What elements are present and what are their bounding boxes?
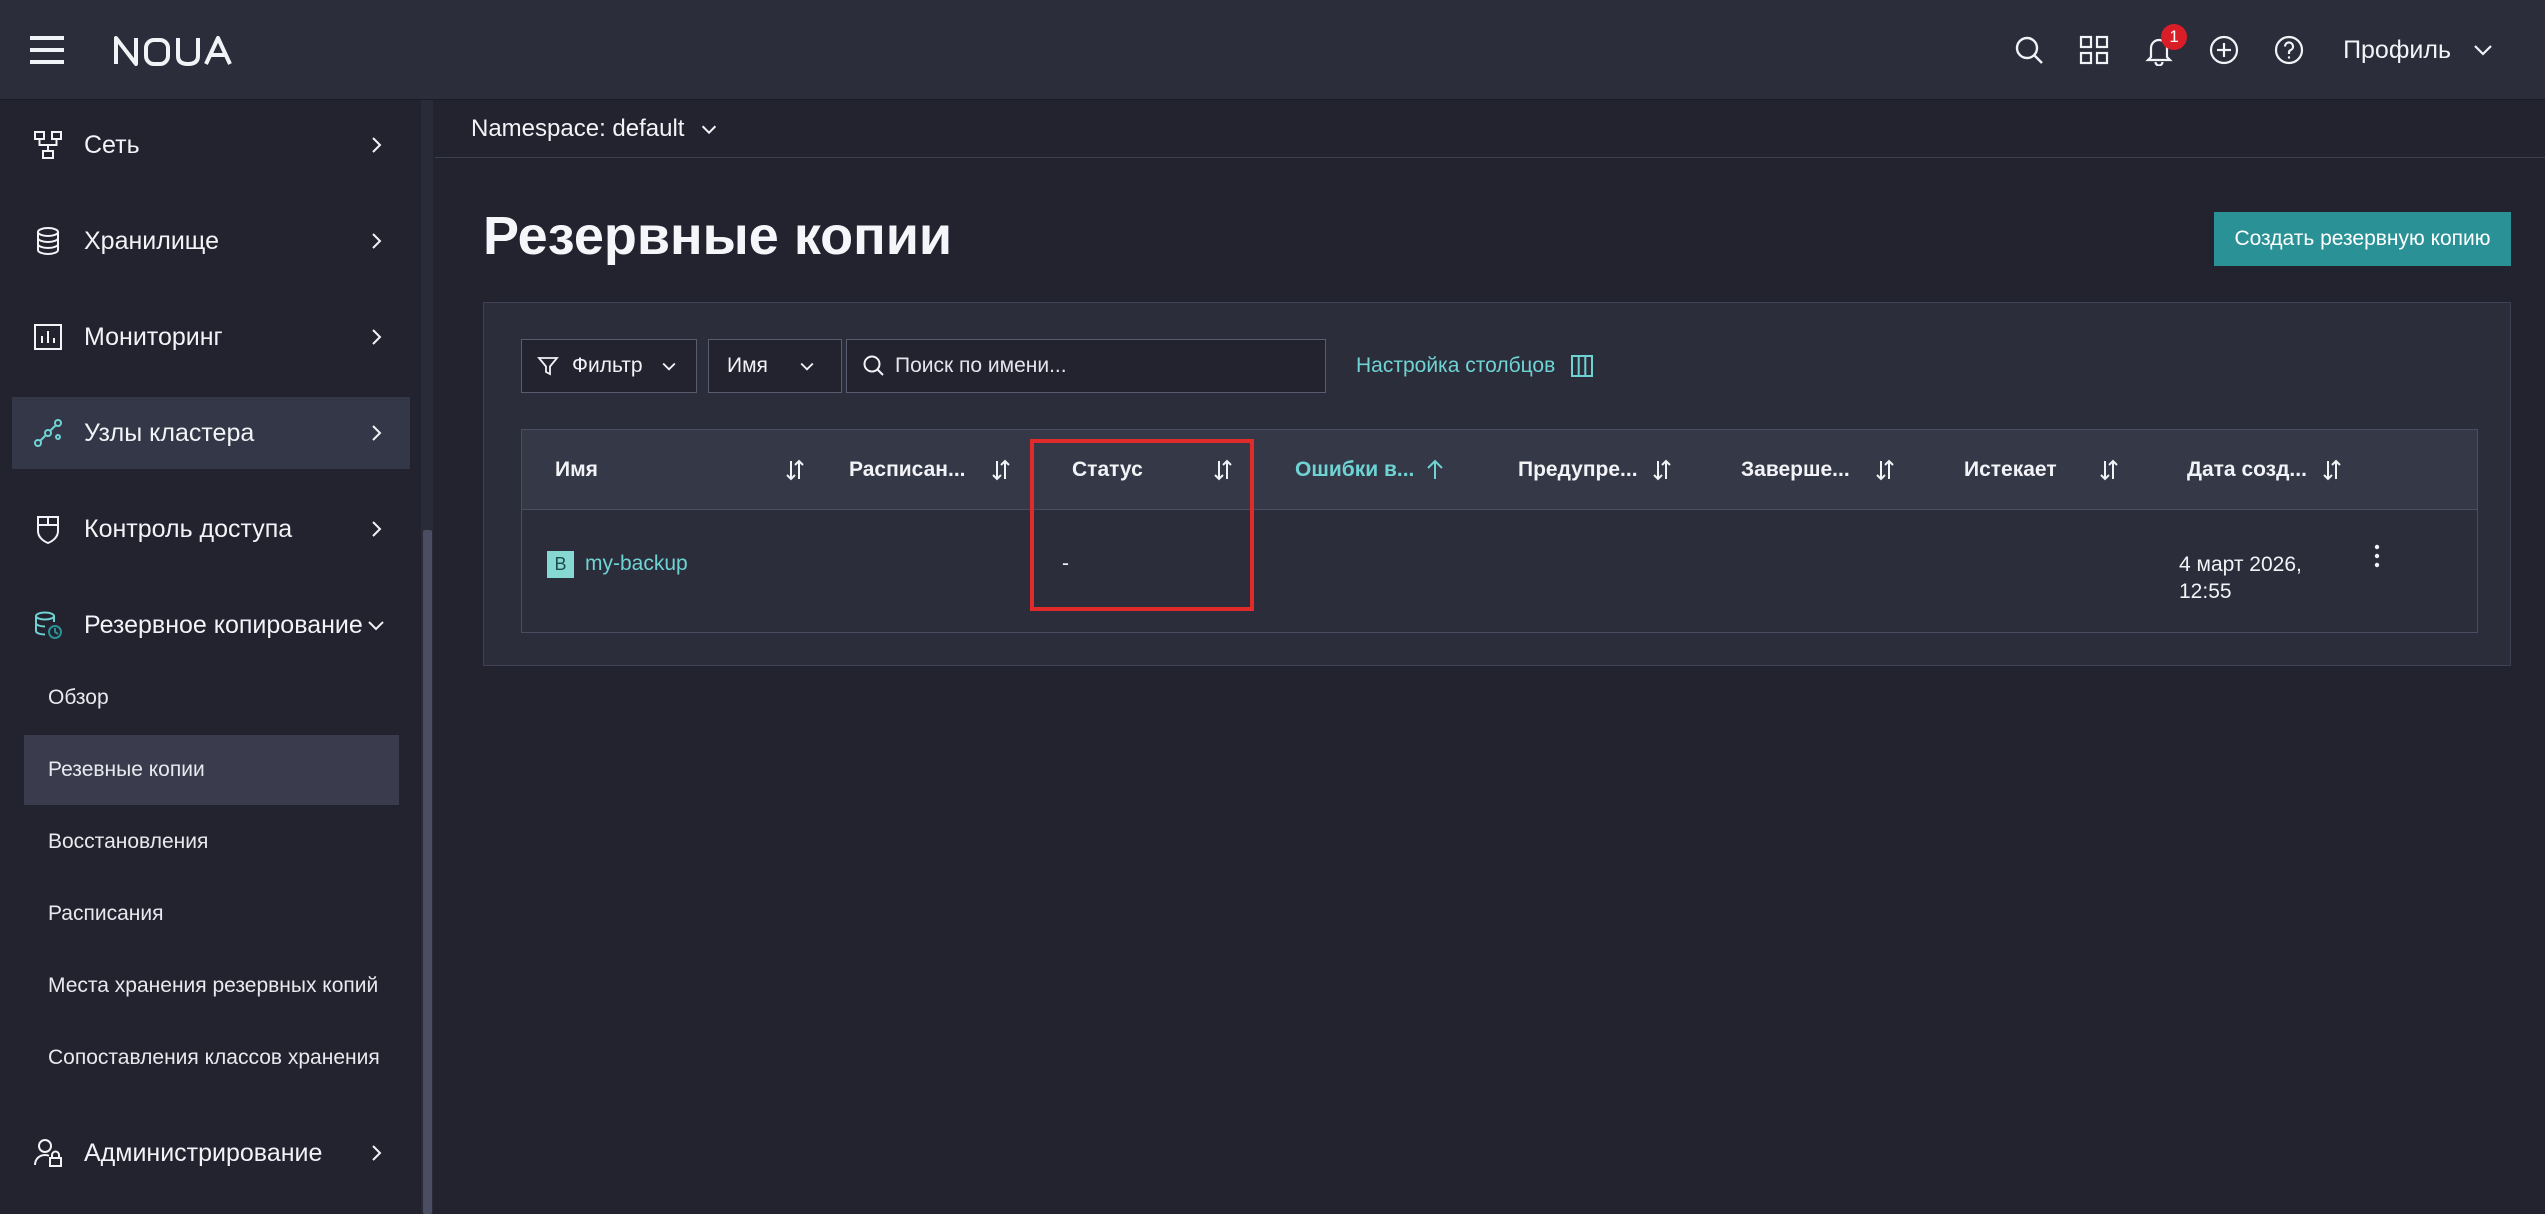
search-box (846, 339, 1326, 393)
sidebar-subitem-storage-class-mappings[interactable]: Сопоставления классов хранения (24, 1023, 399, 1093)
chevron-right-icon (372, 233, 382, 249)
sidebar-item-storage[interactable]: Хранилище (12, 205, 410, 277)
sidebar-item-label: Сеть (84, 130, 140, 159)
sort-icon (992, 459, 1010, 481)
chevron-right-icon (372, 1145, 382, 1161)
chevron-right-icon (372, 425, 382, 441)
chevron-right-icon (372, 329, 382, 345)
filter-icon (537, 357, 559, 376)
app-switcher-icon[interactable] (2061, 0, 2126, 100)
sidebar-item-label: Контроль доступа (84, 514, 293, 543)
search-field-select[interactable]: Имя (708, 339, 842, 393)
shield-icon (37, 516, 59, 545)
sort-icon (2100, 459, 2118, 481)
sidebar-item-monitoring[interactable]: Мониторинг (12, 301, 410, 373)
admin-icon (34, 1139, 62, 1167)
namespace-bar: Namespace: default (435, 100, 2545, 158)
cluster-nodes-icon (34, 419, 62, 447)
network-icon (34, 131, 62, 159)
column-header-schedule[interactable]: Расписан... (849, 430, 1049, 510)
chevron-right-icon (372, 137, 382, 153)
resource-type-badge: B (547, 551, 574, 578)
add-icon[interactable] (2191, 0, 2256, 100)
help-icon[interactable] (2256, 0, 2321, 100)
profile-label: Профиль (2343, 35, 2451, 64)
search-icon (863, 355, 884, 376)
menu-icon[interactable] (30, 34, 64, 66)
sort-icon (1653, 459, 1671, 481)
chevron-down-icon (662, 362, 676, 371)
column-header-warnings[interactable]: Предупре... (1518, 430, 1718, 510)
sidebar-subitem-schedules[interactable]: Расписания (24, 879, 399, 949)
sort-icon (1876, 459, 1894, 481)
columns-icon (1571, 355, 1594, 377)
search-input[interactable] (895, 354, 1315, 378)
sort-icon (2323, 459, 2341, 481)
chevron-down-icon (2474, 45, 2492, 56)
brand-logo[interactable] (112, 30, 232, 70)
top-bar: 1 Профиль (0, 0, 2545, 100)
sidebar-item-label: Хранилище (84, 226, 219, 255)
column-settings-link[interactable]: Настройка столбцов (1356, 339, 1595, 393)
kebab-menu-icon[interactable] (2362, 540, 2392, 576)
page-title: Резервные копии (483, 206, 953, 266)
sidebar-subitem-overview[interactable]: Обзор (24, 663, 399, 733)
sidebar-item-administration[interactable]: Администрирование (12, 1117, 410, 1189)
column-settings-label: Настройка столбцов (1356, 354, 1556, 377)
sort-ascending-icon (1427, 459, 1443, 479)
filter-button[interactable]: Фильтр (521, 339, 697, 393)
sidebar-item-access-control[interactable]: Контроль доступа (12, 493, 410, 565)
sidebar-subitem-restores[interactable]: Восстановления (24, 807, 399, 877)
backups-panel: Фильтр Имя Настройка столбцов Имя Распис… (483, 302, 2511, 666)
sidebar-item-label: Резервное копирование (84, 610, 363, 639)
database-icon (37, 227, 59, 256)
filter-label: Фильтр (572, 354, 643, 377)
notification-badge: 1 (2161, 24, 2188, 50)
backup-name-link[interactable]: my-backup (585, 552, 688, 576)
sidebar-item-label: Администрирование (84, 1138, 323, 1167)
sort-icon (786, 459, 804, 481)
chart-icon (34, 324, 62, 350)
table-row: B my-backup - 4 март 2026, 12:55 (522, 510, 2477, 632)
sidebar-item-backup[interactable]: Резервное копирование (12, 589, 410, 661)
column-header-expires[interactable]: Истекает (1964, 430, 2164, 510)
sidebar-subitem-backups[interactable]: Резевные копии (24, 735, 399, 805)
column-header-created[interactable]: Дата созд... (2187, 430, 2387, 510)
column-header-completed[interactable]: Заверше... (1741, 430, 1941, 510)
chevron-down-icon (702, 125, 717, 134)
created-date-cell: 4 март 2026, 12:55 (2179, 553, 2302, 603)
sidebar-item-network[interactable]: Сеть (12, 109, 410, 181)
namespace-selector[interactable]: Namespace: default (471, 115, 720, 143)
column-header-name[interactable]: Имя (555, 430, 815, 510)
notifications-icon[interactable]: 1 (2126, 0, 2191, 100)
sidebar: Сеть Хранилище Мониторинг Узлы кластера … (0, 100, 433, 1214)
chevron-down-icon (800, 362, 814, 371)
sidebar-scrollbar-thumb[interactable] (423, 530, 432, 1214)
create-backup-button[interactable]: Создать резервную копию (2214, 212, 2511, 266)
chevron-right-icon (372, 521, 382, 537)
chevron-down-icon (368, 621, 384, 631)
sidebar-subitem-backup-locations[interactable]: Места хранения резервных копий (24, 951, 399, 1021)
table-header: Имя Расписан... Статус Ошибки в... Преду… (522, 430, 2477, 510)
sidebar-item-label: Мониторинг (84, 322, 223, 351)
status-column-highlight (1030, 439, 1254, 611)
backup-icon (35, 611, 62, 639)
search-field-label: Имя (727, 354, 768, 377)
profile-menu[interactable]: Профиль (2321, 0, 2545, 100)
column-header-errors[interactable]: Ошибки в... (1295, 430, 1495, 510)
namespace-label: Namespace: default (471, 114, 685, 142)
backups-table: Имя Расписан... Статус Ошибки в... Преду… (521, 429, 2478, 633)
sidebar-item-label: Узлы кластера (84, 418, 255, 447)
search-icon[interactable] (1996, 0, 2061, 100)
sidebar-item-cluster-nodes[interactable]: Узлы кластера (12, 397, 410, 469)
